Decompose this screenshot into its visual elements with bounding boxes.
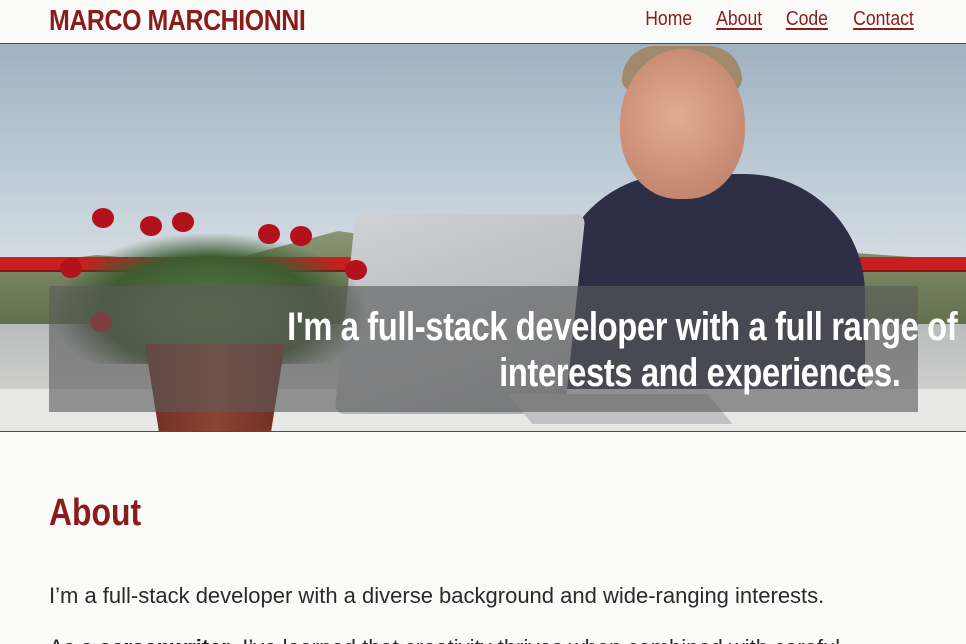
hero-photo-flower bbox=[140, 216, 162, 236]
hero-photo-flower bbox=[172, 212, 194, 232]
hero-photo-person-head bbox=[620, 49, 745, 199]
hero-photo-flower bbox=[290, 226, 312, 246]
nav-about-link[interactable]: About bbox=[716, 8, 762, 31]
hero-photo-flower bbox=[60, 258, 82, 278]
hero-caption-line-1: I'm a full-stack developer with a full r… bbox=[287, 305, 958, 349]
nav-contact-link[interactable]: Contact bbox=[853, 8, 914, 31]
site-brand[interactable]: MARCO MARCHIONNI bbox=[49, 5, 306, 38]
about-section: About I’m a full-stack developer with a … bbox=[49, 492, 919, 644]
about-screenwriter-paragraph: As a screenwriter, I’ve learned that cre… bbox=[49, 633, 919, 644]
hero-caption: I'm a full-stack developer with a full r… bbox=[140, 304, 958, 396]
paragraph-prefix: As a bbox=[49, 635, 99, 644]
main-nav: Home About Code Contact bbox=[642, 8, 918, 31]
hero-banner: I'm a full-stack developer with a full r… bbox=[0, 44, 966, 432]
paragraph-suffix: , I’ve learned that creativity thrives w… bbox=[230, 635, 840, 644]
hero-photo-flower bbox=[258, 224, 280, 244]
site-header: MARCO MARCHIONNI Home About Code Contact bbox=[0, 0, 966, 44]
nav-code-link[interactable]: Code bbox=[786, 8, 828, 31]
nav-home-link[interactable]: Home bbox=[645, 8, 692, 31]
section-title: About bbox=[49, 492, 142, 534]
hero-photo-flower bbox=[92, 208, 114, 228]
about-intro-paragraph: I’m a full-stack developer with a divers… bbox=[49, 583, 825, 608]
screenwriter-emphasis: screenwriter bbox=[99, 635, 230, 644]
hero-photo-flower bbox=[345, 260, 367, 280]
hero-caption-line-2: interests and experiences. bbox=[498, 351, 901, 395]
